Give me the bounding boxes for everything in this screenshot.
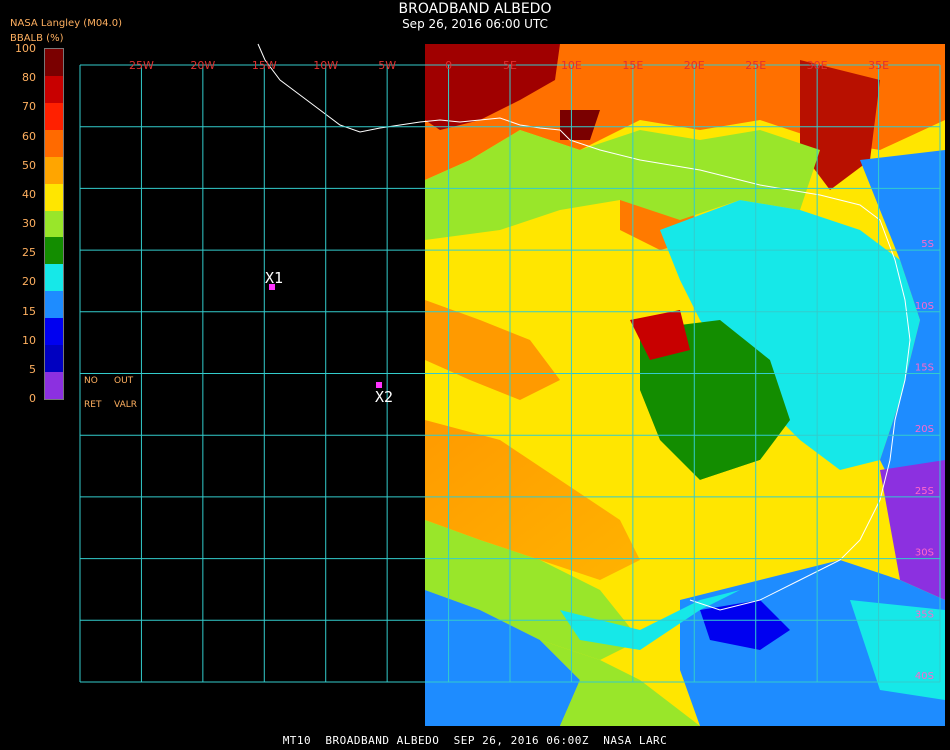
point-label: X1 <box>265 269 283 287</box>
latitude-label: 35S <box>915 609 934 620</box>
longitude-label: 35E <box>868 59 889 72</box>
longitude-label: 30E <box>807 59 828 72</box>
latitude-label: 40S <box>915 671 934 682</box>
colorbar-tick-label: 0 <box>29 392 36 405</box>
point-label: X2 <box>375 388 393 406</box>
longitude-label: 5E <box>503 59 517 72</box>
latitude-label: 10S <box>915 301 934 312</box>
longitude-label: 10E <box>561 59 582 72</box>
longitude-label: 5W <box>378 59 396 72</box>
longitude-label: 20E <box>684 59 705 72</box>
latitude-label: 15S <box>915 363 934 374</box>
longitude-label: 25E <box>745 59 766 72</box>
colorbar-tick-label: 70 <box>22 100 36 114</box>
albedo-map: 25W 20W 15W 10W 5W 0 5E 10E 15E 20E 25E 30E 35E 5S 10S… <box>79 43 945 726</box>
colorbar-tick-label: 15 <box>22 304 36 318</box>
colorbar-tick-label: 25 <box>22 246 36 260</box>
latitude-label: 20S <box>915 424 934 435</box>
colorbar-tick-label: 10 <box>22 333 36 347</box>
colorbar-tick-label: 5 <box>29 362 36 376</box>
colorbar-tick-label: 50 <box>22 158 36 172</box>
longitude-label: 20W <box>190 59 215 72</box>
map-points: X1 X2 <box>265 269 393 406</box>
latitude-label: 25S <box>915 486 934 497</box>
footer-caption: MT10 BROADBAND ALBEDO SEP 26, 2016 06:00… <box>282 734 668 747</box>
latitude-label: 30S <box>915 548 934 559</box>
longitude-label: 15E <box>622 59 643 72</box>
longitude-label: 0 <box>445 59 452 72</box>
colorbar-tick-label: 40 <box>22 187 36 201</box>
longitude-label: 10W <box>313 59 338 72</box>
latitude-label: 5S <box>921 239 934 250</box>
longitude-label: 25W <box>129 59 154 72</box>
colorbar-tick-label: 100 <box>15 42 36 55</box>
colorbar-tick-label: 20 <box>22 275 36 289</box>
satellite-albedo-image <box>425 44 945 726</box>
longitude-label: 15W <box>252 59 277 72</box>
colorbar-tick-label: 30 <box>22 217 36 230</box>
colorbar-tick-label: 80 <box>22 71 36 85</box>
colorbar-tick-label: 60 <box>22 129 36 143</box>
